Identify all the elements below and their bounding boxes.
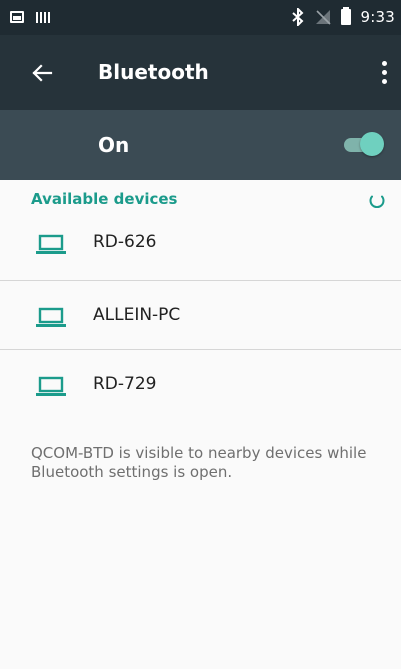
laptop-icon	[36, 234, 66, 254]
switch-label: On	[98, 133, 130, 157]
no-signal-icon	[315, 10, 331, 25]
battery-icon	[340, 7, 351, 25]
laptop-icon	[36, 376, 66, 396]
bluetooth-settings-screen: 9:33 Bluetooth On Available devices RD-6…	[0, 0, 401, 669]
divider	[0, 280, 401, 281]
status-time: 9:33	[360, 8, 395, 26]
bluetooth-master-switch-row[interactable]: On	[0, 110, 401, 180]
app-bar: Bluetooth	[0, 35, 401, 110]
toggle-thumb	[360, 132, 384, 156]
barcode-icon	[36, 12, 52, 23]
gallery-icon	[10, 11, 24, 23]
status-bar-right-icons: 9:33	[291, 6, 395, 28]
device-name: RD-626	[93, 232, 157, 252]
progress-spinner-icon	[369, 195, 385, 208]
device-row[interactable]: RD-626	[0, 210, 401, 278]
device-name: ALLEIN-PC	[93, 305, 181, 325]
section-title: Available devices	[31, 190, 178, 208]
device-row[interactable]: RD-729	[0, 352, 401, 420]
status-bar: 9:33	[0, 0, 401, 35]
bluetooth-toggle[interactable]	[344, 131, 384, 157]
overflow-menu-icon[interactable]	[378, 59, 390, 87]
divider	[0, 349, 401, 350]
bluetooth-icon	[291, 8, 303, 26]
page-title: Bluetooth	[98, 60, 209, 84]
device-name: RD-729	[93, 374, 157, 394]
back-arrow-icon[interactable]	[30, 61, 54, 85]
laptop-icon	[36, 307, 66, 327]
visibility-hint-text: QCOM-BTD is visible to nearby devices wh…	[31, 444, 367, 481]
device-row[interactable]: ALLEIN-PC	[0, 283, 401, 351]
